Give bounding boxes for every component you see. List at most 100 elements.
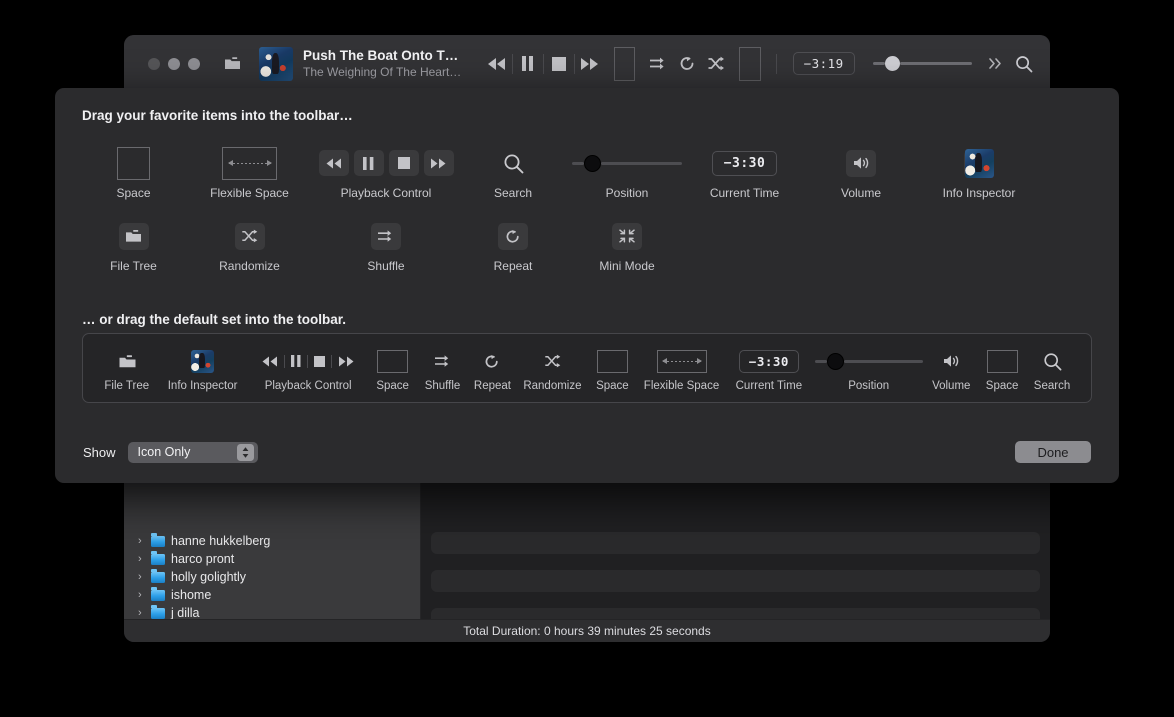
default-item-info-inspector[interactable]: Info Inspector bbox=[157, 346, 249, 392]
palette-item-label: Flexible Space bbox=[210, 186, 289, 200]
pause-icon[interactable] bbox=[513, 47, 543, 81]
tree-item[interactable]: › holly golightly bbox=[124, 568, 420, 586]
palette-item-mini-mode[interactable]: Mini Mode bbox=[568, 216, 686, 273]
default-item-label: Position bbox=[848, 380, 890, 392]
palette-item-playback-control[interactable]: Playback Control bbox=[314, 143, 458, 200]
repeat-icon bbox=[498, 216, 528, 256]
slider-knob[interactable] bbox=[826, 352, 844, 370]
default-item-current-time[interactable]: −3:30 Current Time bbox=[726, 346, 812, 392]
show-mode-select[interactable]: Icon Only bbox=[127, 441, 258, 463]
default-item-label: Info Inspector bbox=[167, 380, 238, 392]
chevron-updown-icon[interactable] bbox=[236, 443, 254, 461]
minimize-button[interactable] bbox=[168, 57, 180, 70]
slider-track-right bbox=[843, 359, 923, 363]
fast-forward-icon[interactable] bbox=[575, 47, 605, 81]
tree-item[interactable]: › j dilla bbox=[124, 604, 420, 619]
rewind-icon[interactable] bbox=[482, 47, 512, 81]
default-item-shuffle[interactable]: Shuffle bbox=[418, 346, 468, 392]
chevron-right-icon[interactable]: › bbox=[138, 607, 151, 619]
default-item-volume[interactable]: Volume bbox=[925, 346, 977, 392]
palette-item-space[interactable]: Space bbox=[82, 143, 185, 200]
shuffle-icon[interactable] bbox=[644, 47, 673, 81]
default-toolbar-set[interactable]: File Tree Info Inspector Playback Contro… bbox=[82, 333, 1092, 403]
volume-slider[interactable] bbox=[872, 56, 973, 71]
window-controls[interactable] bbox=[148, 57, 200, 70]
done-button[interactable]: Done bbox=[1015, 441, 1091, 463]
current-time-icon: −3:30 bbox=[738, 346, 799, 376]
palette-item-file-tree[interactable]: File Tree bbox=[82, 216, 185, 273]
divider bbox=[331, 354, 333, 368]
default-item-search[interactable]: Search bbox=[1027, 346, 1077, 392]
palette-item-repeat[interactable]: Repeat bbox=[458, 216, 568, 273]
list-item[interactable] bbox=[431, 532, 1040, 554]
default-item-label: Space bbox=[985, 380, 1019, 392]
stop-icon[interactable] bbox=[314, 355, 326, 367]
file-tree-icon[interactable] bbox=[224, 56, 241, 71]
slider-track-left bbox=[572, 161, 584, 165]
pause-icon[interactable] bbox=[291, 355, 301, 367]
playback-control-group[interactable] bbox=[482, 47, 605, 81]
palette-item-randomize[interactable]: Randomize bbox=[185, 216, 314, 273]
tree-item[interactable]: › ishome bbox=[124, 586, 420, 604]
default-item-position[interactable]: Position bbox=[812, 346, 925, 392]
mini-mode-icon bbox=[612, 216, 642, 256]
slider-knob[interactable] bbox=[584, 154, 601, 172]
default-item-label: Randomize bbox=[523, 380, 582, 392]
palette-item-info-inspector[interactable]: Info Inspector bbox=[919, 143, 1039, 200]
screen: Push The Boat Onto T… The Weighing Of Th… bbox=[0, 0, 1174, 717]
palette-item-label: Mini Mode bbox=[599, 259, 655, 273]
palette-item-shuffle[interactable]: Shuffle bbox=[314, 216, 458, 273]
palette-item-volume[interactable]: Volume bbox=[803, 143, 919, 200]
divider bbox=[775, 53, 777, 74]
default-item-file-tree[interactable]: File Tree bbox=[97, 346, 157, 392]
search-icon bbox=[1043, 346, 1062, 376]
folder-icon bbox=[151, 587, 165, 601]
chevron-right-icon[interactable]: › bbox=[138, 553, 151, 565]
space-item bbox=[739, 46, 761, 81]
list-item[interactable] bbox=[431, 608, 1040, 619]
list-item[interactable] bbox=[431, 570, 1040, 592]
default-item-space[interactable]: Space bbox=[587, 346, 637, 392]
palette-item-flexible-space[interactable]: Flexible Space bbox=[185, 143, 314, 200]
rewind-icon[interactable] bbox=[261, 356, 278, 367]
rewind-icon[interactable] bbox=[318, 150, 349, 176]
slider-track-right bbox=[601, 161, 682, 165]
slider-knob[interactable] bbox=[884, 56, 900, 71]
default-item-repeat[interactable]: Repeat bbox=[467, 346, 517, 392]
chevron-right-icon[interactable]: › bbox=[138, 571, 151, 583]
show-mode-value: Icon Only bbox=[137, 445, 191, 459]
current-time-display[interactable]: −3:19 bbox=[792, 52, 855, 75]
fast-forward-icon[interactable] bbox=[338, 356, 355, 367]
default-item-label: Shuffle bbox=[424, 380, 461, 392]
info-inspector-artwork-icon bbox=[191, 346, 215, 376]
default-item-label: Repeat bbox=[473, 380, 511, 392]
default-item-space[interactable]: Space bbox=[977, 346, 1027, 392]
stop-icon[interactable] bbox=[544, 47, 574, 81]
default-item-label: Search bbox=[1033, 380, 1071, 392]
palette-item-label: Randomize bbox=[219, 259, 280, 273]
palette-item-current-time[interactable]: −3:30 Current Time bbox=[686, 143, 803, 200]
chevron-right-icon[interactable]: › bbox=[138, 589, 151, 601]
default-item-playback-control[interactable]: Playback Control bbox=[249, 346, 368, 392]
tree-item[interactable]: › harco pront bbox=[124, 550, 420, 568]
chevron-right-icon[interactable]: › bbox=[138, 535, 151, 547]
close-button[interactable] bbox=[148, 57, 160, 70]
stop-icon[interactable] bbox=[388, 150, 419, 176]
default-item-flexible-space[interactable]: Flexible Space bbox=[637, 346, 725, 392]
fast-forward-icon[interactable] bbox=[423, 150, 454, 176]
search-icon[interactable] bbox=[1009, 47, 1038, 81]
palette-item-position[interactable]: Position bbox=[568, 143, 686, 200]
info-inspector-artwork-icon bbox=[964, 143, 994, 183]
track-subtitle: The Weighing Of The Heart… bbox=[303, 65, 462, 79]
default-item-space[interactable]: Space bbox=[368, 346, 418, 392]
palette-item-search[interactable]: Search bbox=[458, 143, 568, 200]
palette-item-label: Position bbox=[605, 186, 649, 200]
randomize-icon[interactable] bbox=[702, 47, 731, 81]
pause-icon[interactable] bbox=[353, 150, 384, 176]
default-item-randomize[interactable]: Randomize bbox=[517, 346, 587, 392]
chevron-double-right-icon[interactable] bbox=[980, 47, 1009, 81]
zoom-button[interactable] bbox=[188, 57, 200, 70]
repeat-icon[interactable] bbox=[673, 47, 702, 81]
window-titlebar: Push The Boat Onto T… The Weighing Of Th… bbox=[124, 35, 1050, 93]
tree-item[interactable]: › hanne hukkelberg bbox=[124, 532, 420, 550]
